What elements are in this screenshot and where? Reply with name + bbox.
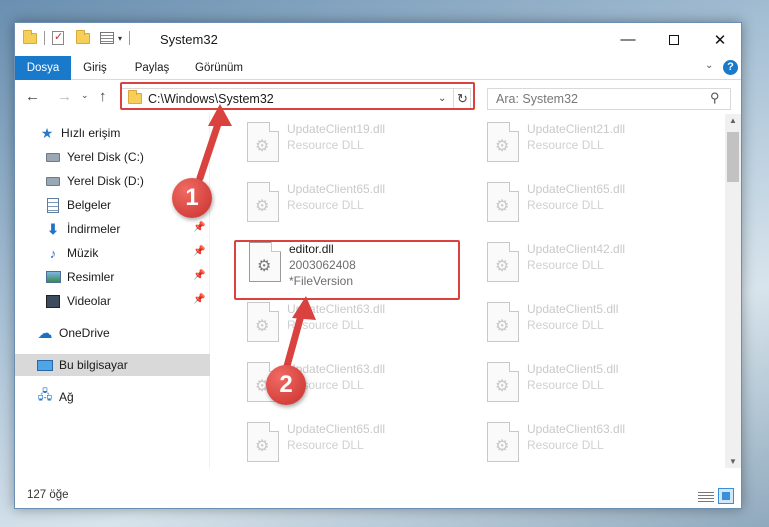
arrow-to-address-bar xyxy=(196,104,232,182)
arrow-to-file xyxy=(283,296,316,370)
step-1-badge: 1 xyxy=(172,178,212,218)
callout-arrows xyxy=(196,104,316,370)
step-2-badge: 2 xyxy=(266,365,306,405)
